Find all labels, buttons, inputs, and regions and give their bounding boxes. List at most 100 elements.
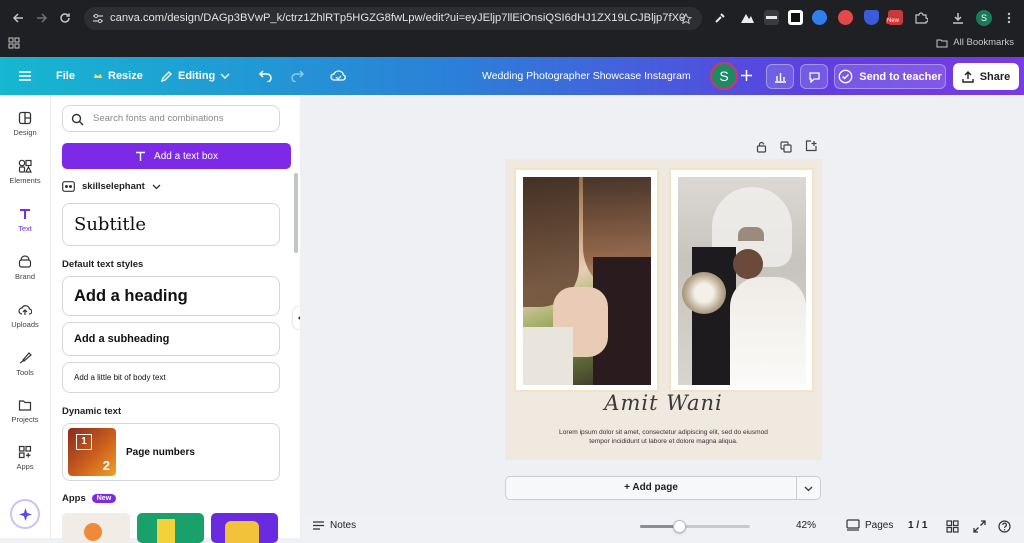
font-search-input[interactable]: Search fonts and combinations [62,105,280,132]
rail-item-apps[interactable]: Apps [0,445,50,471]
collaborator-avatar[interactable]: S [710,62,738,90]
zoom-slider[interactable] [640,520,750,533]
reload-icon[interactable] [58,11,72,25]
insights-button[interactable] [766,64,794,89]
comments-button[interactable] [800,64,828,89]
design-layout-icon [18,111,32,125]
shield-extension-icon[interactable] [864,10,879,25]
mountain-extension-icon[interactable] [740,11,754,25]
share-button[interactable]: Share [953,63,1019,90]
design-body-line-1[interactable]: Lorem ipsum dolor sit amet, consectetur … [505,429,822,436]
cloud-saved-icon[interactable] [330,68,347,82]
zoom-slider-thumb[interactable] [673,520,687,533]
notes-icon [313,521,324,530]
photo-frame-left[interactable] [514,168,659,392]
rail-item-text[interactable]: Text [0,207,50,233]
signature-text[interactable]: Amit Wani [505,391,822,415]
browser-chrome: canva.com/design/DAGp3BVwP_k/ctrz1ZhlRTp… [0,0,1024,57]
puzzle-extensions-icon[interactable] [914,11,928,25]
apps-new-badge: New [91,494,117,503]
subtitle-sample: Subtitle [74,214,147,235]
rail-item-elements[interactable]: Elements [0,159,50,185]
add-page-options-button[interactable] [797,476,821,500]
rail-item-uploads[interactable]: Uploads [0,303,50,329]
page-numbers-thumbnail: 1 2 [68,428,116,476]
design-page[interactable]: Amit Wani Lorem ipsum dolor sit amet, co… [505,159,822,460]
magic-assistant-button[interactable] [10,499,40,529]
pages-button[interactable]: Pages [846,519,893,531]
profile-avatar-letter: S [980,13,987,23]
share-upload-icon [962,70,974,83]
photo-frame-right[interactable] [669,168,814,392]
rail-item-brand[interactable]: Brand [0,255,50,281]
rail-item-projects[interactable]: Projects [0,398,50,424]
duplicate-page-icon[interactable] [780,141,792,153]
notes-label: Notes [330,520,357,531]
resize-button[interactable]: Resize [93,57,143,95]
design-title-text: Wedding Photographer Showcase Instagram [482,70,691,82]
rail-label-text: Text [18,224,32,233]
app-tile-3[interactable] [211,513,278,543]
status-bar: Notes 42% Pages 1 / 1 [300,515,1024,538]
add-page-icon[interactable] [805,140,817,152]
extension-icon[interactable] [764,10,779,25]
main-menu-icon[interactable] [18,70,32,82]
file-menu[interactable]: File [56,57,75,95]
bookmark-star-icon[interactable] [680,13,692,25]
grid-view-icon[interactable] [946,520,959,533]
add-body-text-card[interactable]: Add a little bit of body text [62,362,280,393]
rail-item-tools[interactable]: Tools [0,351,50,377]
notes-button[interactable]: Notes [312,520,356,531]
eyedropper-extension-icon[interactable] [713,11,727,25]
folder-icon [936,39,948,47]
chrome-menu-icon[interactable] [1002,11,1016,25]
qr-extension-icon[interactable] [788,10,803,25]
add-heading-card[interactable]: Add a heading [62,276,280,316]
subtitle-style-card[interactable]: Subtitle [62,203,280,246]
design-title[interactable]: Wedding Photographer Showcase Instagram [482,57,691,95]
zoom-level[interactable]: 42% [796,520,816,531]
apps-icon [18,445,32,459]
brand-kit-selector[interactable]: skillselephant [62,181,161,192]
forward-icon[interactable] [35,11,49,25]
editing-mode-dropdown[interactable]: Editing [160,57,230,95]
add-collaborator-icon[interactable] [740,69,753,82]
fullscreen-icon[interactable] [973,520,986,533]
pages-label: Pages [865,519,894,531]
app-tile-2[interactable] [137,513,204,543]
apps-grid-icon[interactable] [8,37,20,49]
lightning-extension-icon[interactable] [812,10,827,25]
editing-label: Editing [178,70,216,82]
lock-icon[interactable] [756,141,767,153]
undo-icon[interactable] [258,68,273,82]
search-placeholder: Search fonts and combinations [93,113,224,124]
back-icon[interactable] [11,11,25,25]
download-icon[interactable] [951,11,965,25]
design-body-line-2[interactable]: tempor incididunt ut labore et dolore ma… [505,438,822,445]
add-subheading-card[interactable]: Add a subheading [62,322,280,356]
check-circle-icon [838,69,853,84]
add-page-button[interactable]: + Add page [505,476,797,500]
rail-item-design[interactable]: Design [0,111,50,137]
help-icon[interactable] [998,520,1011,533]
app-tile-1[interactable] [62,513,130,543]
panel-scrollbar[interactable] [294,173,298,253]
file-label: File [56,70,75,82]
redo-icon[interactable] [290,68,305,82]
rail-label-projects: Projects [11,415,39,424]
page-numbers-card[interactable]: 1 2 Page numbers [62,423,280,481]
add-text-box-button[interactable]: Add a text box [62,143,291,169]
red-extension-icon[interactable] [838,10,853,25]
site-settings-icon[interactable] [92,13,104,24]
new-extension-icon[interactable]: New [886,10,903,25]
address-bar[interactable]: canva.com/design/DAGp3BVwP_k/ctrz1ZhlRTp… [84,7,702,30]
pages-icon [846,519,860,531]
couple-photo-left [523,177,651,385]
add-body-label: Add a little bit of body text [74,373,166,382]
upload-cloud-icon [18,305,32,315]
rail-label-apps: Apps [16,462,34,471]
profile-avatar[interactable]: S [976,10,992,26]
all-bookmarks[interactable]: All Bookmarks [936,37,1014,48]
brand-kit-name: skillselephant [82,181,145,192]
send-to-teacher-button[interactable]: Send to teacher [834,64,946,89]
